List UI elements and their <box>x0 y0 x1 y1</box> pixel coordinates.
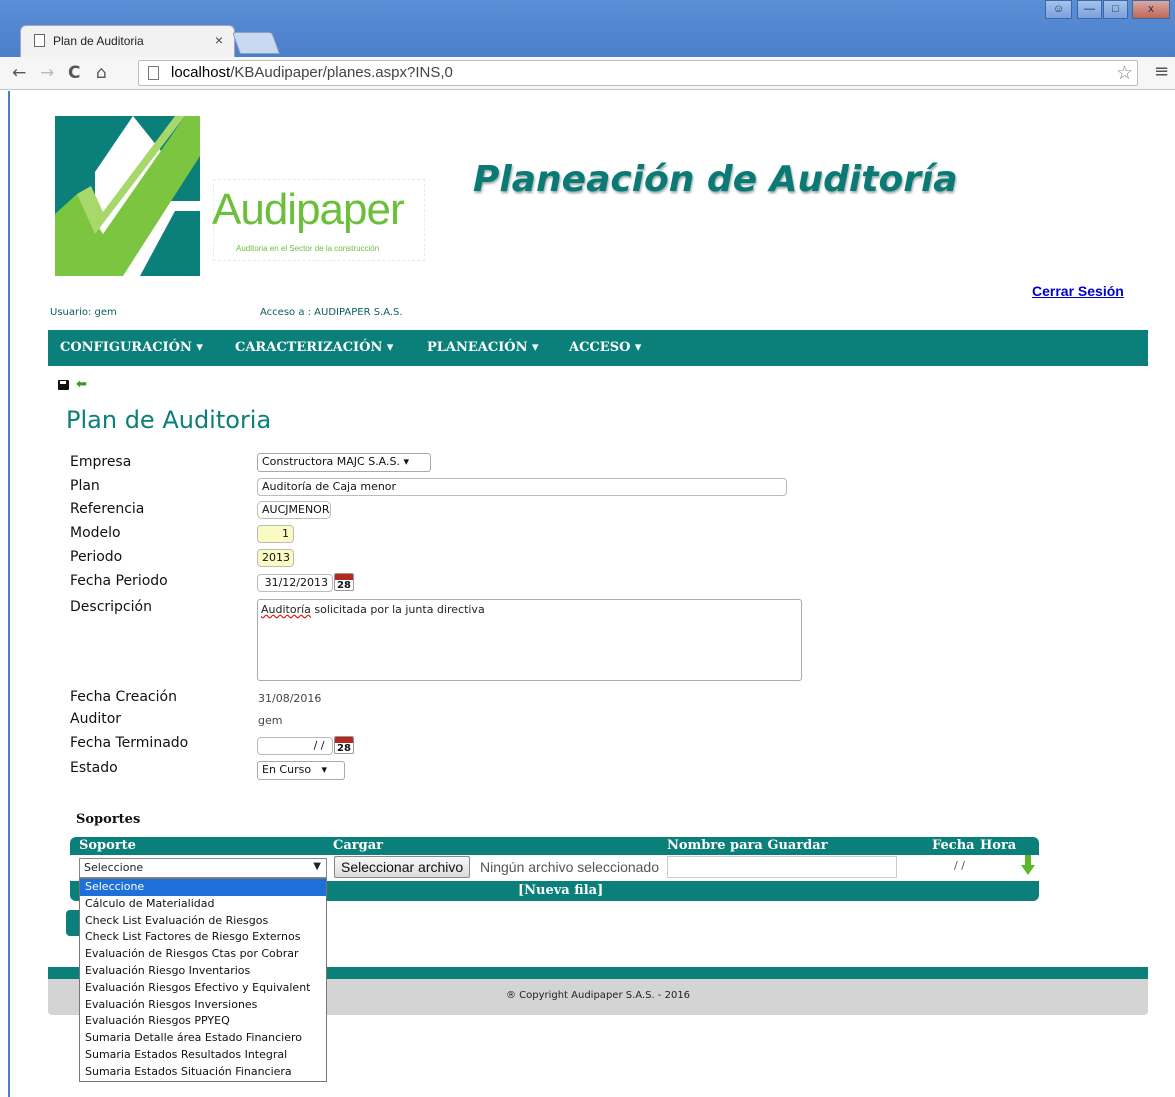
form-title: Plan de Auditoria <box>66 406 272 434</box>
tab-title: Plan de Auditoria <box>53 34 144 48</box>
new-row-button[interactable]: [Nueva fila] <box>518 883 603 898</box>
page-icon <box>148 66 159 80</box>
logo-tagline: Auditoria en el Sector de la construcció… <box>236 244 380 253</box>
page-title: Planeación de Auditoría <box>473 159 958 200</box>
tab-close-icon[interactable]: × <box>215 32 223 48</box>
profile-icon[interactable]: ☺ <box>1045 0 1072 19</box>
back-icon[interactable]: ← <box>12 63 26 83</box>
dropdown-option[interactable]: Sumaria Estados Resultados Integral <box>80 1047 326 1064</box>
header-cargar: Cargar <box>333 838 383 853</box>
label-periodo: Periodo <box>70 549 123 565</box>
soportes-title: Soportes <box>76 812 141 827</box>
header-nombre: Nombre para Guardar <box>667 838 828 853</box>
plan-input[interactable]: Auditoría de Caja menor <box>257 478 787 496</box>
back-arrow-icon[interactable]: ⬅ <box>76 377 87 392</box>
dropdown-option[interactable]: Sumaria Estados Situación Financiera <box>80 1064 326 1081</box>
browser-titlebar: Plan de Auditoria × ☺ — □ x <box>0 0 1175 60</box>
label-referencia: Referencia <box>70 501 145 517</box>
soporte-select[interactable]: Seleccione ▼ <box>79 858 327 878</box>
home-icon[interactable]: ⌂ <box>96 63 107 83</box>
menu-acceso[interactable]: ACCESO ▾ <box>569 340 641 355</box>
label-fecha-terminado: Fecha Terminado <box>70 735 189 751</box>
close-window-button[interactable]: x <box>1132 0 1170 19</box>
label-descripcion: Descripción <box>70 599 152 615</box>
menu-configuracion[interactable]: CONFIGURACIÓN ▾ <box>60 340 203 355</box>
select-file-button[interactable]: Seleccionar archivo <box>334 856 471 878</box>
referencia-input[interactable]: AUCJMENOR <box>257 501 331 519</box>
dropdown-option[interactable]: Sumaria Detalle área Estado Financiero <box>80 1030 326 1047</box>
header-hora: Hora <box>980 838 1017 853</box>
access-label: Acceso a : AUDIPAPER S.A.S. <box>260 307 403 318</box>
descripcion-textarea[interactable]: Auditoría solicitada por la junta direct… <box>257 599 802 681</box>
auditor-value: gem <box>258 714 283 727</box>
reload-icon[interactable]: C <box>68 63 80 83</box>
label-empresa: Empresa <box>70 454 132 470</box>
audipaper-logo-icon <box>55 116 200 276</box>
calendar-icon[interactable]: 28 <box>334 573 354 591</box>
forward-icon[interactable]: → <box>40 63 54 83</box>
download-arrow-icon[interactable] <box>1021 855 1035 875</box>
main-menu: CONFIGURACIÓN ▾ CARACTERIZACIÓN ▾ PLANEA… <box>48 330 1148 366</box>
fecha-terminado-input[interactable]: / / <box>257 737 333 755</box>
dropdown-option[interactable]: Check List Factores de Riesgo Externos <box>80 929 326 946</box>
dropdown-option[interactable]: Evaluación Riesgos Inversiones <box>80 997 326 1014</box>
file-status: Ningún archivo seleccionado <box>480 859 659 875</box>
header-fecha: Fecha <box>932 838 975 853</box>
page-icon <box>34 34 45 47</box>
logo-wordmark: Audipaper <box>212 185 405 234</box>
fecha-creacion-value: 31/08/2016 <box>258 692 322 705</box>
save-icon[interactable] <box>58 380 69 390</box>
new-tab-button[interactable] <box>231 32 281 54</box>
calendar-icon[interactable]: 28 <box>334 736 354 754</box>
soporte-dropdown-list: Seleccione Cálculo de Materialidad Check… <box>79 878 327 1082</box>
estado-select[interactable]: En Curso ▾ <box>257 761 345 780</box>
bookmark-star-icon[interactable]: ☆ <box>1116 62 1133 84</box>
label-auditor: Auditor <box>70 711 122 727</box>
menu-caracterizacion[interactable]: CARACTERIZACIÓN ▾ <box>235 340 393 355</box>
label-fecha-creacion: Fecha Creación <box>70 689 177 705</box>
dropdown-option[interactable]: Evaluación Riesgos PPYEQ <box>80 1013 326 1030</box>
save-name-input[interactable] <box>667 856 897 878</box>
browser-toolbar: ← → C ⌂ localhost/KBAudipaper/planes.asp… <box>0 57 1175 90</box>
browser-tab[interactable]: Plan de Auditoria × <box>20 25 235 57</box>
dropdown-option[interactable]: Check List Evaluación de Riesgos <box>80 913 326 930</box>
browser-menu-icon[interactable]: ≡ <box>1154 61 1169 82</box>
modelo-input[interactable]: 1 <box>257 525 294 543</box>
label-plan: Plan <box>70 478 100 494</box>
fecha-periodo-input[interactable]: 31/12/2013 <box>257 574 333 592</box>
minimize-button[interactable]: — <box>1077 0 1102 19</box>
label-fecha-periodo: Fecha Periodo <box>70 573 168 589</box>
dropdown-option[interactable]: Seleccione <box>80 879 326 896</box>
empresa-select[interactable]: Constructora MAJC S.A.S. ▾ <box>257 453 431 472</box>
logout-link[interactable]: Cerrar Sesión <box>1032 283 1124 299</box>
grid-header: Soporte Cargar Nombre para Guardar Fecha… <box>70 837 1039 855</box>
periodo-input[interactable]: 2013 <box>257 549 294 567</box>
header-soporte: Soporte <box>79 838 136 853</box>
page-content: Audipaper Auditoria en el Sector de la c… <box>8 91 1175 1097</box>
dropdown-option[interactable]: Evaluación de Riesgos Ctas por Cobrar <box>80 946 326 963</box>
label-estado: Estado <box>70 760 118 776</box>
address-bar[interactable]: localhost/KBAudipaper/planes.aspx?INS,0 … <box>138 60 1138 86</box>
menu-planeacion[interactable]: PLANEACIÓN ▾ <box>427 340 539 355</box>
fecha-value: / / <box>954 859 965 872</box>
label-modelo: Modelo <box>70 525 121 541</box>
dropdown-option[interactable]: Evaluación Riesgo Inventarios <box>80 963 326 980</box>
dropdown-option[interactable]: Cálculo de Materialidad <box>80 896 326 913</box>
user-label: Usuario: gem <box>50 307 117 318</box>
maximize-button[interactable]: □ <box>1103 0 1128 19</box>
dropdown-option[interactable]: Evaluación Riesgos Efectivo y Equivalent <box>80 980 326 997</box>
url-text: localhost/KBAudipaper/planes.aspx?INS,0 <box>171 64 453 81</box>
